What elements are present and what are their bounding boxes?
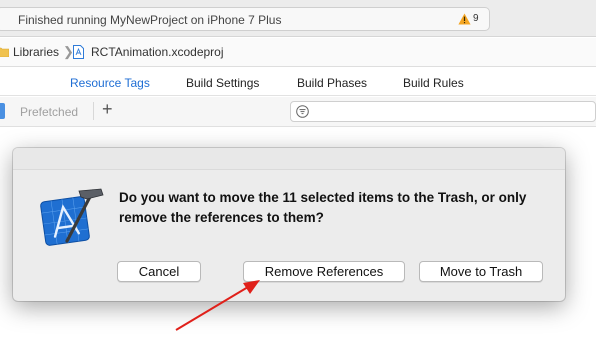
filter-input[interactable]	[290, 101, 596, 122]
dialog-message: Do you want to move the 11 selected item…	[119, 190, 527, 225]
tab-build-phases[interactable]: Build Phases	[297, 76, 367, 90]
editor-tabs: Resource Tags Build Settings Build Phase…	[0, 68, 596, 96]
tab-resource-tags[interactable]: Resource Tags	[70, 76, 150, 90]
move-to-trash-button[interactable]: Move to Trash	[419, 261, 543, 282]
tab-build-rules[interactable]: Build Rules	[403, 76, 464, 90]
folder-icon	[0, 47, 9, 57]
divider	[93, 102, 94, 120]
annotation-arrow-icon	[175, 280, 260, 331]
dialog-titlebar	[13, 148, 565, 170]
activity-bar: Finished running MyNewProject on iPhone …	[0, 0, 596, 37]
filter-bar: Prefetched +	[0, 97, 596, 127]
status-field: Finished running MyNewProject on iPhone …	[0, 7, 490, 31]
selected-tag-indicator	[0, 103, 5, 119]
tab-build-settings[interactable]: Build Settings	[186, 76, 259, 90]
confirm-dialog: Do you want to move the 11 selected item…	[13, 148, 565, 301]
xcode-app-icon	[40, 188, 104, 246]
breadcrumb: Libraries ❯ RCTAnimation.xcodeproj	[0, 38, 596, 67]
breadcrumb-item-libraries[interactable]: Libraries	[13, 45, 59, 59]
warning-triangle-icon[interactable]	[458, 13, 471, 25]
xcodeproj-file-icon	[73, 45, 84, 59]
status-text: Finished running MyNewProject on iPhone …	[18, 13, 282, 27]
prefetched-tag[interactable]: Prefetched	[20, 105, 78, 119]
warning-count[interactable]: 9	[473, 13, 479, 24]
add-tag-button[interactable]: +	[102, 99, 113, 120]
breadcrumb-item-project[interactable]: RCTAnimation.xcodeproj	[91, 45, 224, 59]
filter-icon	[296, 105, 309, 118]
